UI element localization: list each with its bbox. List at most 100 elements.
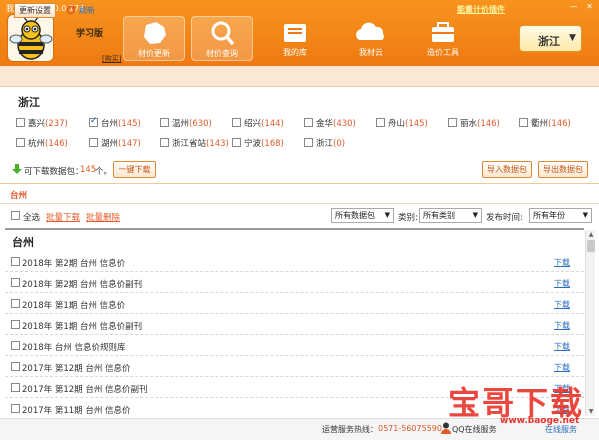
checkbox[interactable]	[89, 138, 98, 147]
item-title: 2018年 第2期 台州 信息价副刊	[22, 280, 143, 290]
city-name: 杭州	[28, 139, 46, 149]
package-count: 145	[80, 165, 97, 175]
divider	[0, 203, 599, 204]
batch-delete-link[interactable]: 批量删除	[86, 211, 120, 223]
package-label: 可下载数据包：	[24, 167, 84, 177]
city-jinhua[interactable]: 金华(430)	[304, 117, 356, 129]
checkbox[interactable]	[160, 138, 169, 147]
item-title: 2018年 台州 信息价规则库	[22, 343, 126, 353]
list-header	[5, 228, 584, 250]
item-title: 2017年 第11期 台州 信息价	[22, 406, 131, 416]
checkbox[interactable]	[376, 118, 385, 127]
checkbox[interactable]	[11, 278, 20, 287]
list-scrollbar[interactable]: ▲ ▼	[585, 230, 595, 416]
city-name: 浙江省站	[172, 139, 207, 149]
city-name: 舟山	[388, 119, 406, 129]
list-item: 2017年 第12期 台州 信息价 下载	[5, 356, 584, 377]
app-logo	[7, 14, 54, 62]
download-link[interactable]: 下载	[554, 362, 570, 373]
scroll-down-icon[interactable]: ▼	[586, 407, 596, 416]
city-lishui[interactable]: 丽水(146)	[448, 117, 500, 129]
download-link[interactable]: 下载	[554, 299, 570, 310]
city-shaoxing[interactable]: 绍兴(144)	[232, 117, 284, 129]
package-filter-select[interactable]: 所有数据包 ▼	[331, 208, 394, 223]
city-count: (146)	[548, 119, 571, 129]
nav-cloud[interactable]: 我材云	[340, 16, 402, 61]
export-package-button[interactable]: 导出数据包	[538, 161, 588, 178]
city-name: 湖州	[101, 139, 119, 149]
city-jiaxing[interactable]: 嘉兴(237)	[16, 117, 68, 129]
download-link[interactable]: 下载	[554, 278, 570, 289]
divider	[0, 183, 599, 184]
item-title: 2017年 第12期 台州 信息价	[22, 364, 131, 374]
checkbox[interactable]	[16, 138, 25, 147]
city-count: (168)	[261, 139, 284, 149]
city-count: (0)	[333, 139, 346, 149]
download-link[interactable]: 下载	[554, 320, 570, 331]
city-quzhou[interactable]: 衢州(146)	[519, 117, 571, 129]
download-link[interactable]: 下载	[554, 341, 570, 352]
download-link[interactable]: 下载	[554, 257, 570, 268]
update-settings-button[interactable]: 更新设置	[14, 3, 56, 18]
minimize-icon[interactable]: —	[568, 2, 579, 11]
checkbox[interactable]	[11, 299, 20, 308]
checkbox[interactable]	[11, 320, 20, 329]
checkbox[interactable]	[519, 118, 528, 127]
scroll-thumb[interactable]	[587, 240, 595, 252]
nav-my-library[interactable]: 我的库	[264, 16, 326, 61]
list-item: 2018年 第2期 台州 信息价副刊 下载	[5, 272, 584, 293]
region-dropdown[interactable]: 浙江 ▼	[519, 25, 582, 52]
checkbox[interactable]	[304, 118, 313, 127]
select-all-checkbox[interactable]	[11, 211, 20, 220]
chevron-down-icon: ▼	[384, 211, 390, 219]
city-zhoushan[interactable]: 舟山(145)	[376, 117, 428, 129]
nav-label: 我的库	[283, 48, 307, 57]
checkbox[interactable]	[232, 138, 241, 147]
checkbox[interactable]	[160, 118, 169, 127]
checkbox[interactable]	[11, 257, 20, 266]
city-count: (143)	[206, 139, 229, 149]
watermark-url: www.baoge.net	[500, 416, 580, 426]
checkbox[interactable]	[11, 362, 20, 371]
checkbox[interactable]	[448, 118, 457, 127]
city-name: 金华	[316, 119, 334, 129]
nav-material-query[interactable]: 材价查询	[191, 16, 253, 61]
checkbox[interactable]	[11, 383, 20, 392]
close-icon[interactable]: ✕	[584, 2, 595, 11]
nav-cost-tools[interactable]: 造价工具	[412, 16, 474, 61]
batch-download-link[interactable]: 批量下载	[46, 211, 80, 223]
city-taizhou[interactable]: 台州(145)	[89, 116, 141, 129]
select-value: 所有数据包	[335, 211, 375, 220]
list-item: 2018年 第1期 台州 信息价副刊 下载	[5, 314, 584, 335]
buy-link[interactable]: [购买]	[102, 54, 121, 64]
checkbox[interactable]	[11, 404, 20, 413]
city-name: 温州	[172, 119, 190, 129]
select-all-label[interactable]: 全选	[23, 211, 40, 223]
checkbox[interactable]	[232, 118, 241, 127]
city-name: 绍兴	[244, 119, 262, 129]
qq-service-link[interactable]: QQ在线服务	[452, 424, 497, 435]
city-name: 浙江	[316, 139, 334, 149]
scroll-up-icon[interactable]: ▲	[586, 230, 596, 239]
city-ningbo[interactable]: 宁波(168)	[232, 137, 284, 149]
energy-pricing-plugin-link[interactable]: 能量计价插件	[457, 4, 505, 15]
nav-material-update[interactable]: 材价更新	[123, 16, 185, 61]
checkbox[interactable]	[16, 118, 25, 127]
refresh-icon[interactable]	[66, 5, 76, 15]
checkbox[interactable]	[89, 116, 98, 127]
city-zhejiang[interactable]: 浙江(0)	[304, 137, 345, 149]
one-click-download-button[interactable]: 一键下载	[113, 161, 156, 178]
date-filter-select[interactable]: 所有年份 ▼	[529, 208, 592, 223]
checkbox[interactable]	[304, 138, 313, 147]
checkbox[interactable]	[11, 341, 20, 350]
city-zhejiang-station[interactable]: 浙江省站(143)	[160, 137, 229, 149]
category-filter-select[interactable]: 所有类别 ▼	[419, 208, 482, 223]
city-huzhou[interactable]: 湖州(147)	[89, 137, 141, 149]
select-value: 所有年份	[533, 211, 565, 220]
city-hangzhou[interactable]: 杭州(146)	[16, 137, 68, 149]
refresh-link[interactable]: 刷新	[79, 5, 95, 16]
city-name: 丽水	[460, 119, 478, 129]
import-package-button[interactable]: 导入数据包	[482, 161, 532, 178]
item-title: 2018年 第2期 台州 信息价	[22, 259, 126, 269]
city-wenzhou[interactable]: 温州(630)	[160, 117, 212, 129]
